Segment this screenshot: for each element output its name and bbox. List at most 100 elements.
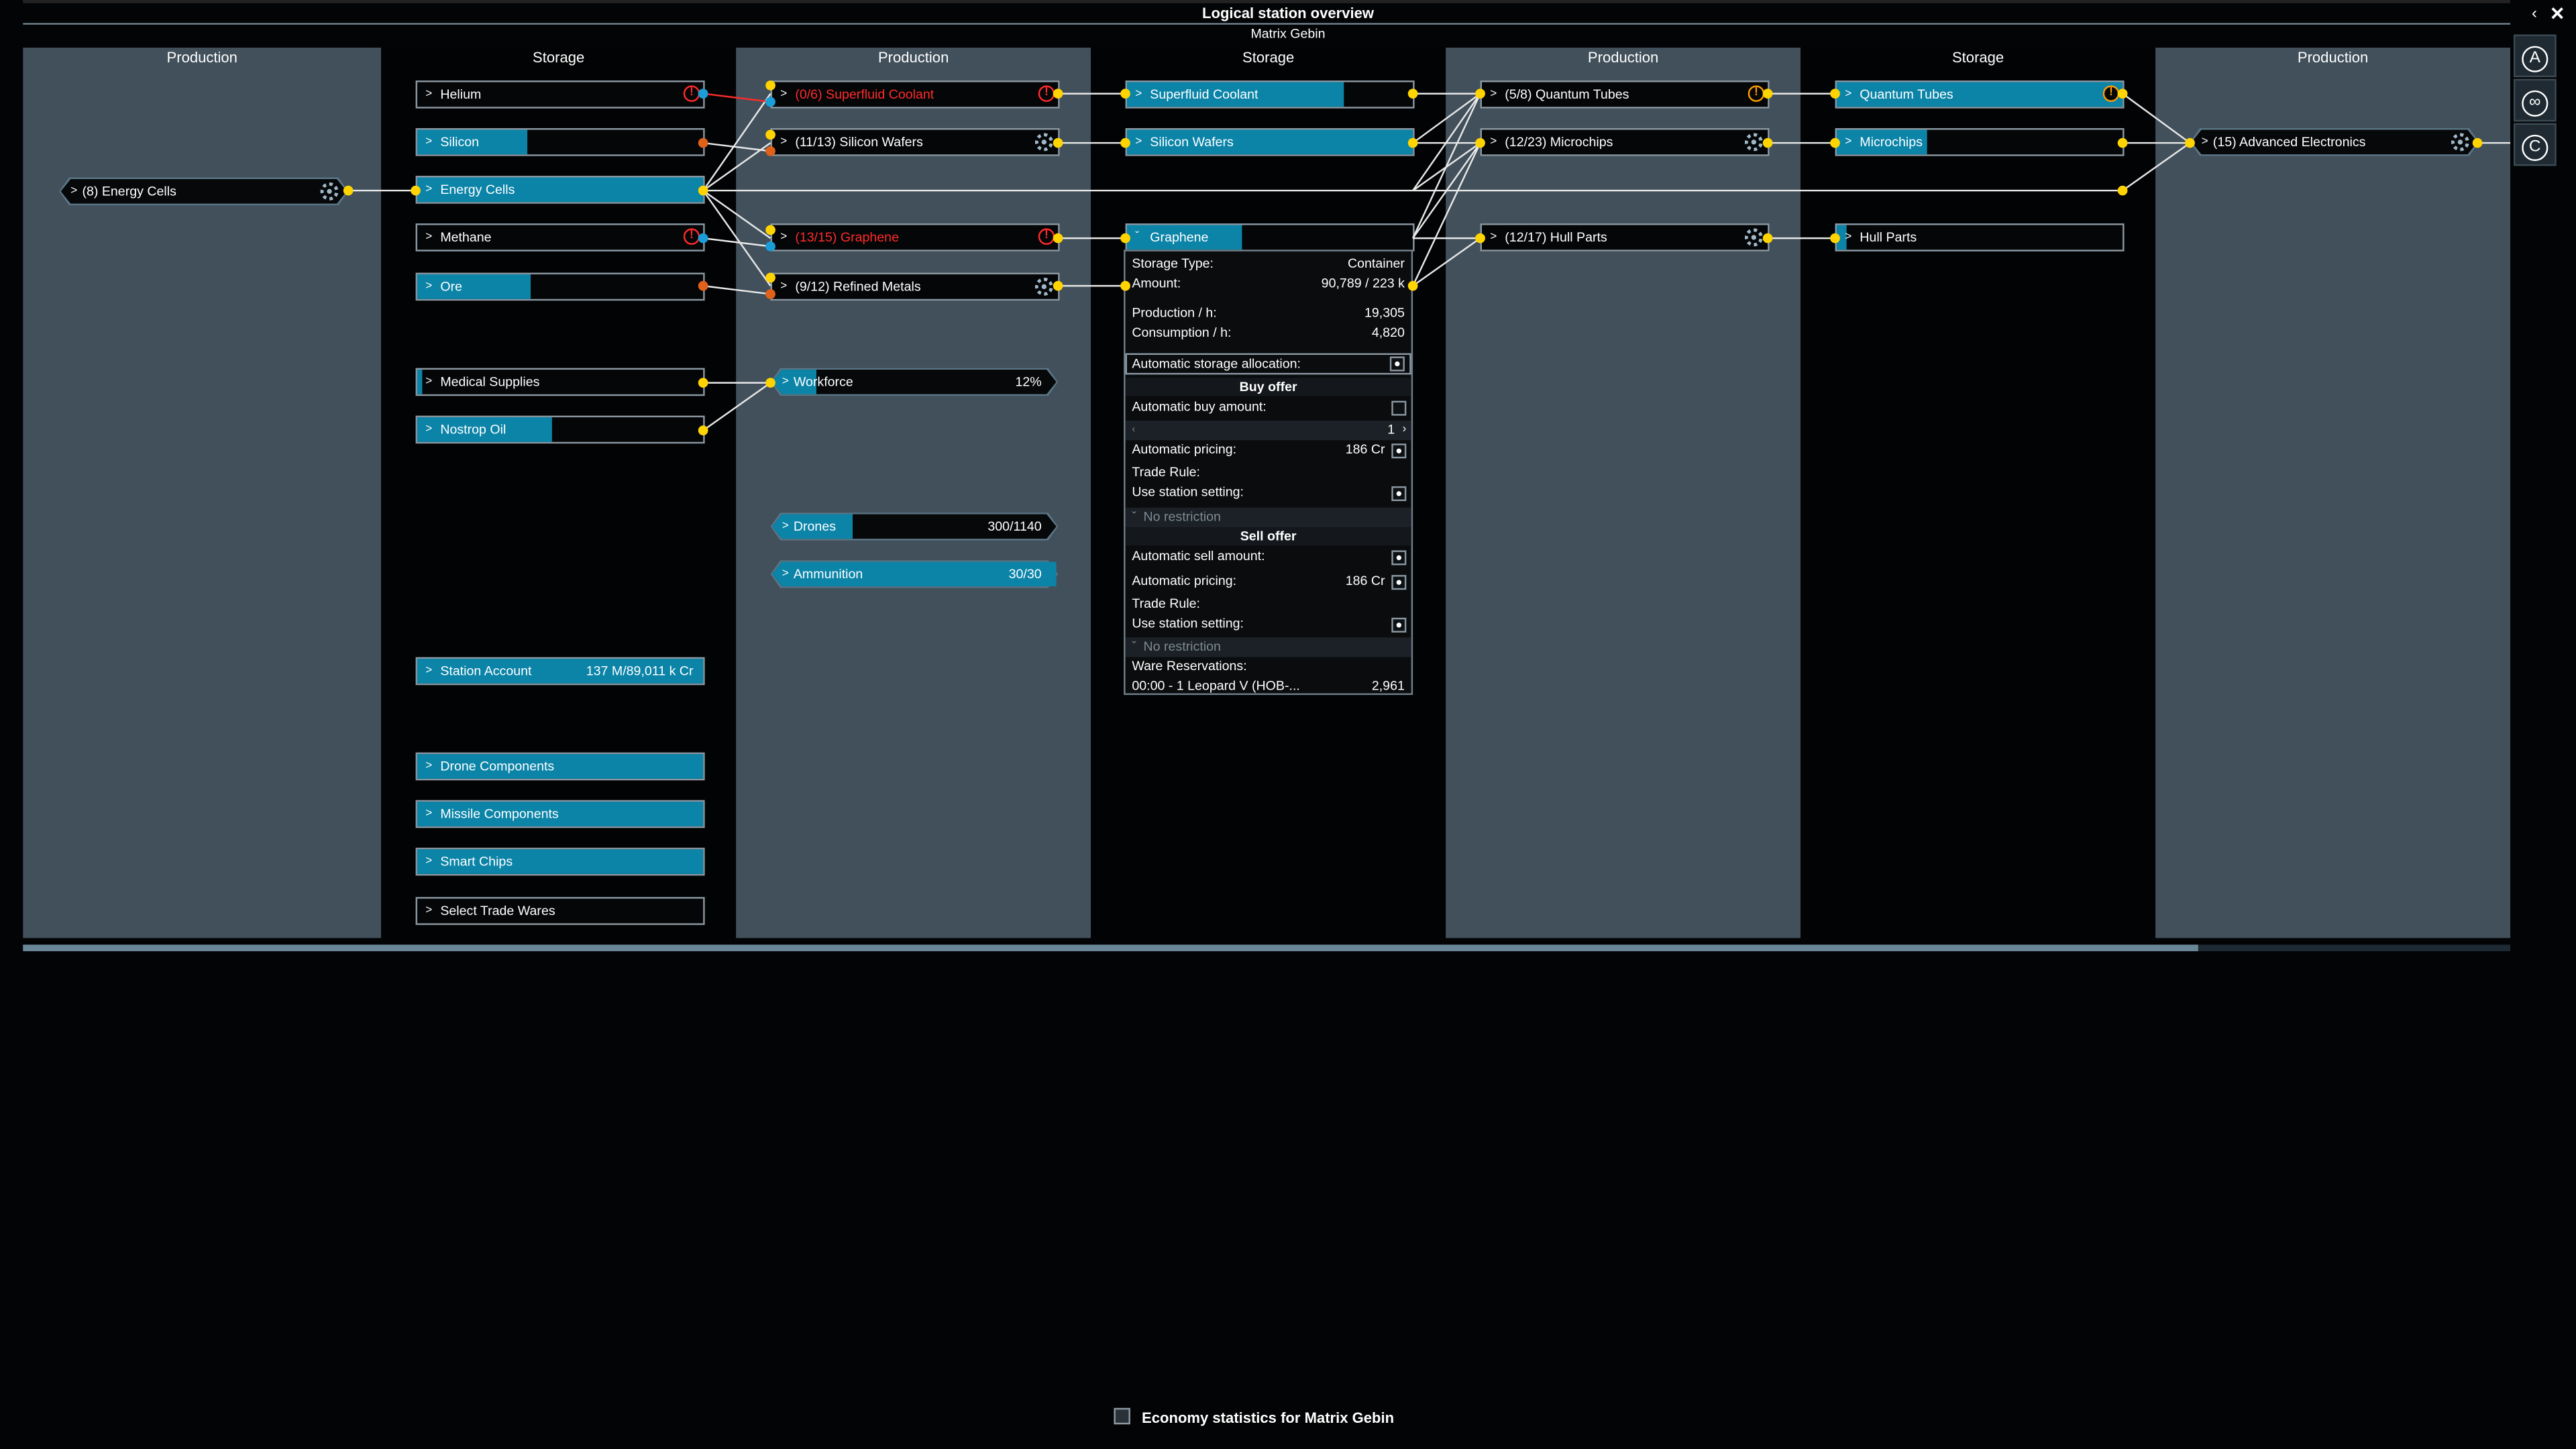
connector-dot <box>1762 89 1773 99</box>
chevron-right-icon: > <box>1845 231 1852 244</box>
connector-dot <box>1830 89 1840 99</box>
production-label: (0/6) Superfluid Coolant <box>795 87 934 102</box>
connector-dot <box>765 80 775 91</box>
chevron-right-icon: > <box>425 423 433 435</box>
gear-icon <box>1744 228 1763 247</box>
ware-label: Silicon Wafers <box>1150 134 1234 150</box>
chevron-right-icon: > <box>425 905 433 917</box>
production-label: (12/23) Microchips <box>1505 134 1613 150</box>
connector-dot <box>1053 138 1063 148</box>
production-label: (8) Energy Cells <box>82 184 176 199</box>
chevron-right-icon: > <box>780 231 788 244</box>
connector-dot <box>765 225 775 235</box>
station-account-value: 137 M/89,011 k Cr <box>586 663 694 679</box>
button-label: Missile Components <box>440 806 559 822</box>
chevron-right-icon: > <box>1845 89 1852 101</box>
connector-dot <box>343 185 354 196</box>
chevron-right-icon: > <box>1490 231 1497 244</box>
connector-dot <box>765 289 775 299</box>
connector-dot <box>765 272 775 283</box>
connector-dot <box>2117 185 2128 196</box>
connector-dot <box>698 89 708 99</box>
chevron-right-icon: > <box>425 808 433 820</box>
production-label: (9/12) Refined Metals <box>795 279 921 294</box>
warning-icon: ! <box>1038 85 1055 102</box>
warning-icon: ! <box>2102 85 2120 102</box>
ware-label: Superfluid Coolant <box>1150 87 1258 102</box>
connector-dot <box>698 138 708 148</box>
chevron-right-icon: > <box>425 855 433 868</box>
connector-dot <box>1407 89 1418 99</box>
connector-dot <box>411 185 421 196</box>
chevron-right-icon: > <box>782 568 789 580</box>
connector-dot <box>2472 138 2483 148</box>
ware-label: Hull Parts <box>1860 229 1917 245</box>
connector-dot <box>1053 89 1063 99</box>
ware-label: Energy Cells <box>440 182 515 197</box>
chevron-right-icon: > <box>2201 136 2208 148</box>
gear-icon <box>1744 133 1763 152</box>
connector-dot <box>1120 89 1130 99</box>
chevron-right-icon: > <box>1490 89 1497 101</box>
button-label: Smart Chips <box>440 854 513 869</box>
connector-dot <box>1053 233 1063 244</box>
ware-label: Microchips <box>1860 134 1923 150</box>
warning-icon: ! <box>1748 85 1765 102</box>
workforce-value: 12% <box>1015 374 1042 390</box>
chevron-right-icon: > <box>1135 89 1142 101</box>
ware-label: Quantum Tubes <box>1860 87 1953 102</box>
connector-dot <box>765 129 775 140</box>
connector-dot <box>1053 280 1063 291</box>
chevron-right-icon: > <box>1845 136 1852 148</box>
ware-label: Medical Supplies <box>440 374 540 390</box>
warning-icon: ! <box>1038 228 1055 245</box>
connector-dot <box>765 146 775 156</box>
gear-icon <box>320 182 339 201</box>
chevron-right-icon: > <box>782 521 789 533</box>
production-label: (15) Advanced Electronics <box>2212 134 2366 150</box>
production-label: (5/8) Quantum Tubes <box>1505 87 1629 102</box>
drones-label: Drones <box>793 519 837 534</box>
connector-dot <box>1475 138 1485 148</box>
ware-label: Nostrop Oil <box>440 422 506 437</box>
drones-value: 300/1140 <box>987 519 1042 534</box>
connector-dot <box>1475 233 1485 244</box>
production-label: (12/17) Hull Parts <box>1505 229 1607 245</box>
connector-dot <box>698 185 708 196</box>
connector-dot <box>765 378 775 388</box>
connector-dot <box>1762 138 1773 148</box>
chevron-right-icon: > <box>425 136 433 148</box>
ware-label: Graphene <box>1150 229 1209 245</box>
connector-dot <box>1830 233 1840 244</box>
connector-dot <box>1830 138 1840 148</box>
button-label: Drone Components <box>440 759 555 774</box>
chevron-right-icon: > <box>70 185 78 197</box>
gear-icon <box>1034 277 1053 296</box>
connector-dot <box>1407 280 1418 291</box>
production-label: (13/15) Graphene <box>795 229 899 245</box>
connector-dot <box>1475 89 1485 99</box>
chevron-right-icon: > <box>780 136 788 148</box>
button-label: Select Trade Wares <box>440 903 555 918</box>
chevron-right-icon: > <box>425 376 433 388</box>
chevron-right-icon: > <box>425 760 433 773</box>
connector-dot <box>698 425 708 435</box>
ware-label: Ore <box>440 279 463 294</box>
production-label: (11/13) Silicon Wafers <box>795 134 923 150</box>
connector-dot <box>2185 138 2195 148</box>
chevron-right-icon: > <box>425 280 433 292</box>
chevron-right-icon: > <box>425 665 433 677</box>
ammunition-label: Ammunition <box>793 566 863 582</box>
chevron-right-icon: > <box>780 89 788 101</box>
connector-dot <box>698 378 708 388</box>
ware-label: Helium <box>440 87 482 102</box>
workforce-label: Workforce <box>793 374 853 390</box>
connector-dot <box>765 241 775 252</box>
connector-dot <box>2117 89 2128 99</box>
chevron-right-icon: > <box>1135 136 1142 148</box>
connector-dot <box>1120 233 1130 244</box>
connector-dot <box>698 233 708 244</box>
ware-label: Silicon <box>440 134 480 150</box>
gear-icon <box>1034 133 1053 152</box>
warning-icon: ! <box>683 85 700 102</box>
